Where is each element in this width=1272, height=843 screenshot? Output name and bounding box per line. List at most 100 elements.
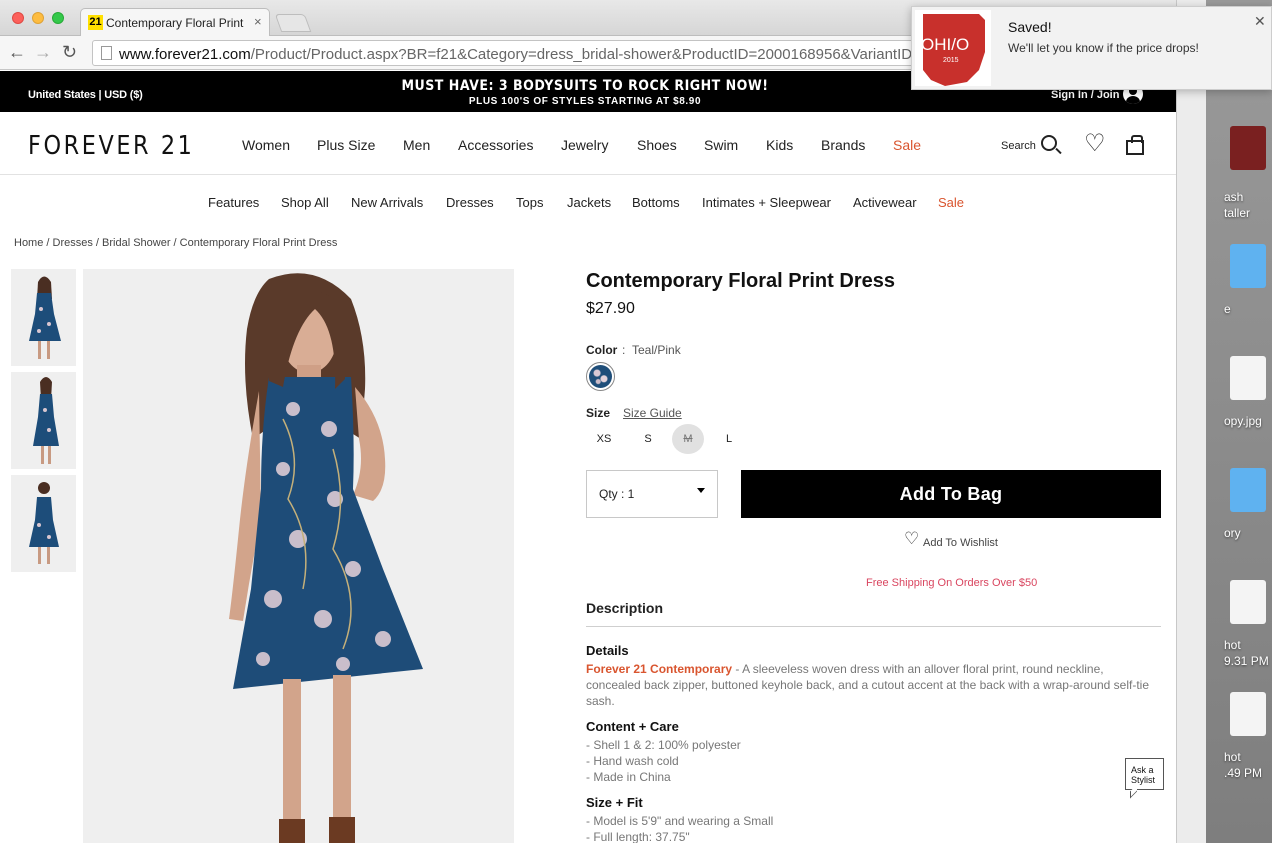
main-navigation: FOREVER 21 Women Plus Size Men Accessori… xyxy=(0,112,1176,175)
add-to-wishlist-link[interactable]: Add To Wishlist xyxy=(923,537,998,549)
size-option-l[interactable]: L xyxy=(713,424,745,454)
nav-accessories[interactable]: Accessories xyxy=(458,137,533,153)
search-icon[interactable] xyxy=(1041,135,1057,151)
size-option-m[interactable]: M xyxy=(672,424,704,454)
product-price: $27.90 xyxy=(586,300,635,317)
reload-icon[interactable]: ↻ xyxy=(62,42,77,62)
url-text: www.forever21.com/Product/Product.aspx?B… xyxy=(119,46,921,63)
ohio-logo: OHI/O 2015 xyxy=(915,10,991,86)
sign-in-link[interactable]: Sign In / Join xyxy=(1051,89,1119,101)
subnav-new-arrivals[interactable]: New Arrivals xyxy=(351,195,423,210)
caret-down-icon xyxy=(697,488,705,493)
ask-a-stylist-button[interactable]: Ask a Stylist xyxy=(1125,758,1164,790)
desktop-label: .49 PM xyxy=(1224,766,1263,780)
browser-tab[interactable]: 21 Contemporary Floral Print D × xyxy=(80,8,270,36)
size-option-s[interactable]: S xyxy=(632,424,664,454)
favicon-icon: 21 xyxy=(88,15,103,30)
subnav-shop-all[interactable]: Shop All xyxy=(281,195,329,210)
desktop-label: e xyxy=(1224,302,1231,316)
size-fit-item: - Model is 5'9" and wearing a Small xyxy=(586,814,774,828)
desktop-label: hot xyxy=(1224,750,1241,764)
nav-women[interactable]: Women xyxy=(242,137,290,153)
stylist-label-2: Stylist xyxy=(1131,775,1156,785)
size-option-xs[interactable]: XS xyxy=(588,424,620,454)
promo-subline: PLUS 100'S OF STYLES STARTING AT $8.90 xyxy=(468,96,702,107)
size-label: Size xyxy=(586,406,611,420)
close-icon[interactable]: ✕ xyxy=(1254,13,1266,30)
wishlist-heart-icon[interactable]: ♡ xyxy=(1084,132,1106,156)
free-shipping-banner[interactable]: Free Shipping On Orders Over $50 xyxy=(866,577,1037,589)
trash-installer-icon[interactable] xyxy=(1230,126,1266,170)
content-care-heading: Content + Care xyxy=(586,719,679,734)
subnav-tops[interactable]: Tops xyxy=(516,195,543,210)
quantity-label: Qty : 1 xyxy=(599,487,635,501)
description-heading: Description xyxy=(586,600,664,616)
description-divider xyxy=(586,626,1161,627)
new-tab-button[interactable] xyxy=(274,14,312,32)
folder-icon[interactable] xyxy=(1230,244,1266,288)
nav-sale[interactable]: Sale xyxy=(893,137,921,153)
minimize-window-button[interactable] xyxy=(32,12,44,24)
subnav-activewear[interactable]: Activewear xyxy=(853,195,917,210)
subnav-features[interactable]: Features xyxy=(208,195,259,210)
size-fit-item: - Full length: 37.75" xyxy=(586,830,690,843)
nav-men[interactable]: Men xyxy=(403,137,430,153)
screenshot-file-icon[interactable] xyxy=(1230,580,1266,624)
close-window-button[interactable] xyxy=(12,12,24,24)
breadcrumb[interactable]: Home / Dresses / Bridal Shower / Contemp… xyxy=(14,237,337,249)
folder-icon[interactable] xyxy=(1230,468,1266,512)
tab-title: Contemporary Floral Print D xyxy=(106,16,246,30)
forever21-logo[interactable]: FOREVER 21 xyxy=(28,131,194,161)
color-swatch-teal-pink[interactable] xyxy=(586,362,615,391)
nav-kids[interactable]: Kids xyxy=(766,137,793,153)
svg-text:2015: 2015 xyxy=(943,57,959,64)
brand-link[interactable]: Forever 21 Contemporary xyxy=(586,662,732,676)
subnav-bottoms[interactable]: Bottoms xyxy=(632,195,680,210)
desktop-label: hot xyxy=(1224,638,1241,652)
subnav-sale[interactable]: Sale xyxy=(938,195,964,210)
shopping-bag-icon[interactable] xyxy=(1126,135,1144,155)
quantity-select[interactable]: Qty : 1 xyxy=(586,470,718,518)
details-text: Forever 21 Contemporary - A sleeveless w… xyxy=(586,662,1150,708)
wishlist-heart-icon[interactable]: ♡ xyxy=(904,530,919,547)
search-label[interactable]: Search xyxy=(1001,140,1036,152)
subnav-jackets[interactable]: Jackets xyxy=(567,195,611,210)
back-arrow-icon[interactable]: ← xyxy=(8,42,26,62)
product-thumbnail-back[interactable] xyxy=(11,475,76,572)
product-title: Contemporary Floral Print Dress xyxy=(586,270,895,292)
close-tab-icon[interactable]: × xyxy=(254,14,262,29)
address-bar[interactable]: www.forever21.com/Product/Product.aspx?B… xyxy=(92,40,942,66)
desktop-label: 9.31 PM xyxy=(1224,654,1269,668)
product-main-image[interactable] xyxy=(83,269,514,843)
notification-title: Saved! xyxy=(1008,19,1052,35)
maximize-window-button[interactable] xyxy=(52,12,64,24)
desktop-label: opy.jpg xyxy=(1224,414,1262,428)
add-to-bag-button[interactable]: Add To Bag xyxy=(741,470,1161,518)
color-value: Teal/Pink xyxy=(632,343,681,357)
subnav-intimates-sleepwear[interactable]: Intimates + Sleepwear xyxy=(702,195,831,210)
nav-swim[interactable]: Swim xyxy=(704,137,738,153)
color-label: Color xyxy=(586,343,618,357)
forward-arrow-icon[interactable]: → xyxy=(34,42,52,62)
content-item: - Hand wash cold xyxy=(586,754,679,768)
screenshot-file-icon[interactable] xyxy=(1230,692,1266,736)
svg-text:OHI/O: OHI/O xyxy=(921,35,969,54)
nav-plus-size[interactable]: Plus Size xyxy=(317,137,375,153)
product-thumbnail-front[interactable] xyxy=(11,269,76,366)
nav-brands[interactable]: Brands xyxy=(821,137,865,153)
stylist-label-1: Ask a xyxy=(1131,765,1154,775)
nav-jewelry[interactable]: Jewelry xyxy=(561,137,608,153)
browser-window: 21 Contemporary Floral Print D × ← → ↻ w… xyxy=(0,0,1176,843)
product-thumbnail-side[interactable] xyxy=(11,372,76,469)
price-drop-notification[interactable]: OHI/O 2015 Saved! We'll let you know if … xyxy=(911,6,1272,90)
file-icon[interactable] xyxy=(1230,356,1266,400)
subnav-dresses[interactable]: Dresses xyxy=(446,195,494,210)
content-item: - Made in China xyxy=(586,770,671,784)
size-guide-link[interactable]: Size Guide xyxy=(623,406,682,420)
notification-body: We'll let you know if the price drops! xyxy=(1008,41,1199,55)
window-edge xyxy=(1176,0,1206,843)
nav-shoes[interactable]: Shoes xyxy=(637,137,677,153)
desktop-label: ory xyxy=(1224,526,1241,540)
details-heading: Details xyxy=(586,643,629,658)
color-separator: : xyxy=(622,343,626,357)
